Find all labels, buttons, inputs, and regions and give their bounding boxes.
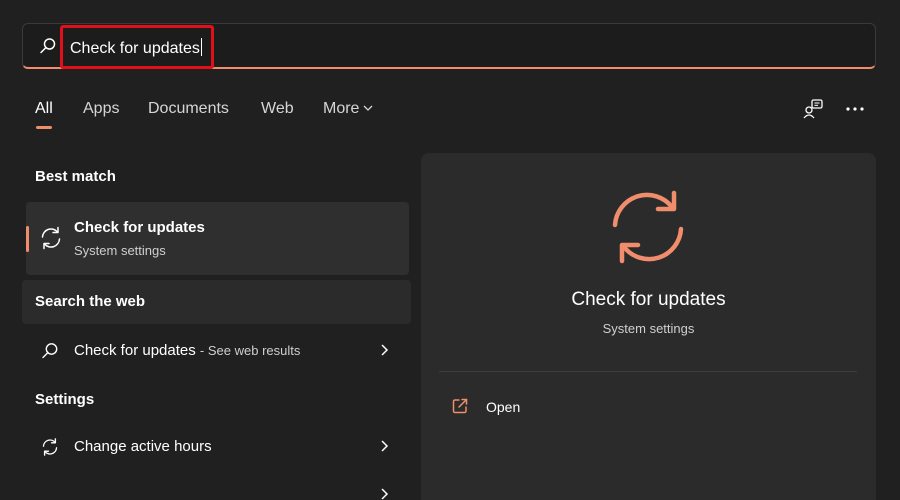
settings-heading: Settings xyxy=(35,391,95,408)
chevron-right-icon[interactable] xyxy=(379,343,389,357)
search-icon xyxy=(42,343,58,359)
chevron-down-icon xyxy=(363,105,373,111)
tab-label: Documents xyxy=(148,100,229,117)
tab-label: All xyxy=(35,100,53,117)
settings-result-label: Change active hours xyxy=(74,438,212,455)
web-result-item[interactable]: Check for updates - See web results xyxy=(22,331,411,371)
result-title: Check for updates xyxy=(74,219,205,236)
search-the-web-section: Search the web xyxy=(22,280,411,324)
settings-result-item[interactable]: Change active hours xyxy=(22,427,411,467)
search-input[interactable]: Check for updates xyxy=(70,38,202,58)
open-external-icon xyxy=(452,398,468,414)
ellipsis-icon[interactable] xyxy=(844,98,866,120)
preview-subtitle: System settings xyxy=(602,321,695,336)
tab-web[interactable]: Web xyxy=(261,100,294,118)
tab-label: More xyxy=(323,100,360,117)
tab-more[interactable]: More xyxy=(323,100,373,118)
divider xyxy=(439,371,857,372)
open-label: Open xyxy=(486,399,521,415)
result-subtitle: System settings xyxy=(74,243,166,258)
web-result-label-wrap: Check for updates - See web results xyxy=(74,342,300,359)
selection-indicator xyxy=(26,226,29,252)
active-tab-indicator xyxy=(36,126,52,129)
feedback-icon[interactable] xyxy=(802,98,824,120)
preview-title: Check for updates xyxy=(571,289,726,310)
text-caret xyxy=(200,38,202,56)
search-the-web-heading: Search the web xyxy=(35,293,146,310)
tab-apps[interactable]: Apps xyxy=(83,100,119,118)
preview-panel: Check for updates System settings Open xyxy=(421,153,876,500)
tab-documents[interactable]: Documents xyxy=(148,100,229,118)
chevron-right-icon[interactable] xyxy=(379,487,389,500)
search-icon xyxy=(40,38,56,54)
tab-label: Apps xyxy=(83,100,120,117)
refresh-icon xyxy=(41,226,61,250)
best-match-result[interactable]: Check for updates System settings xyxy=(26,202,409,275)
best-match-heading: Best match xyxy=(35,168,116,185)
refresh-icon xyxy=(42,438,58,456)
search-box[interactable]: Check for updates xyxy=(22,23,876,69)
web-result-label: Check for updates xyxy=(74,342,196,359)
web-result-hint: - See web results xyxy=(199,343,301,358)
settings-result-item[interactable] xyxy=(22,475,411,500)
refresh-icon xyxy=(612,190,684,264)
search-query-text: Check for updates xyxy=(70,40,200,57)
tab-label: Web xyxy=(261,100,294,117)
chevron-right-icon[interactable] xyxy=(379,439,389,453)
tab-all[interactable]: All xyxy=(35,100,53,118)
